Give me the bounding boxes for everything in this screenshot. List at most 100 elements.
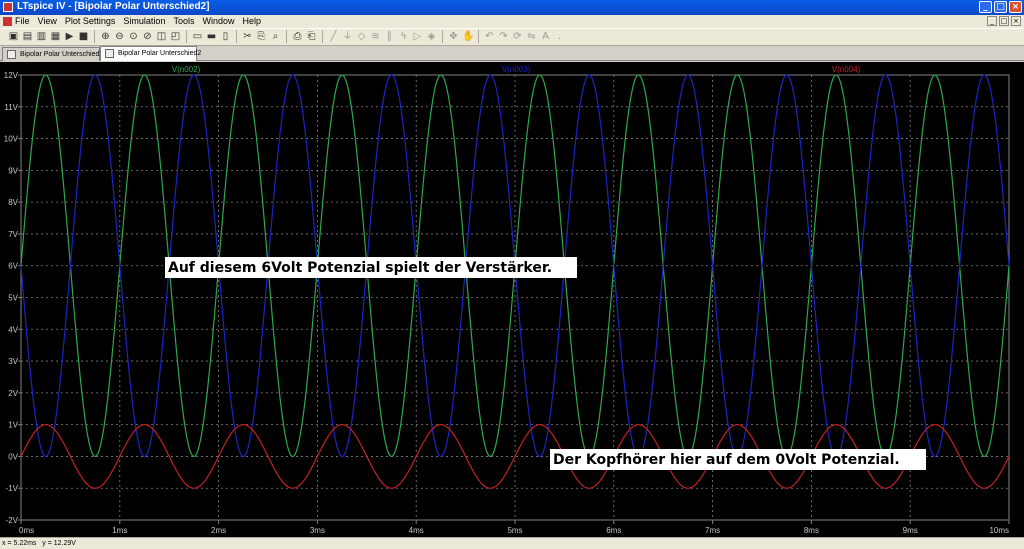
mdi-restore-button[interactable]: □ [999, 16, 1009, 26]
y-tick-label: 1V [8, 421, 18, 430]
ltspice-app-icon [3, 2, 13, 12]
undo-icon[interactable]: ↶ [484, 30, 495, 43]
redo-icon[interactable]: ↷ [498, 30, 509, 43]
document-icon[interactable] [3, 17, 12, 26]
trace-legend-label: V(n002) [172, 65, 201, 74]
zoom-in-icon[interactable]: ⊕ [100, 30, 111, 43]
toolbar-separator [94, 30, 95, 43]
print-icon[interactable]: ⎙ [292, 30, 303, 43]
schematic-icon [7, 50, 16, 59]
close-button[interactable]: × [1009, 1, 1022, 13]
menu-file[interactable]: File [15, 16, 30, 26]
move-icon[interactable]: ✥ [448, 30, 459, 43]
y-tick-label: 4V [8, 325, 18, 334]
resistor-icon[interactable]: ≋ [370, 30, 381, 43]
tab-schematic[interactable]: Bipolar Polar Unterschied2 [2, 47, 104, 61]
menu-help[interactable]: Help [242, 16, 261, 26]
annotation-text: Der Kopfhörer hier auf dem 0Volt Potenzi… [553, 452, 900, 468]
y-tick-label: 2V [8, 389, 18, 398]
label-icon[interactable]: ◇ [356, 30, 367, 43]
autorange-icon[interactable]: ◫ [156, 30, 167, 43]
mdi-minimize-button[interactable]: _ [987, 16, 997, 26]
minimize-button[interactable]: _ [979, 1, 992, 13]
x-tick-label: 1ms [112, 526, 127, 535]
tile-horizontal-icon[interactable]: ▭ [192, 30, 203, 43]
tab-label: Bipolar Polar Unterschied2 [118, 50, 202, 57]
window-title: LTspice IV - [Bipolar Polar Unterschied2… [17, 1, 210, 12]
x-tick-label: 8ms [804, 526, 819, 535]
menu-window[interactable]: Window [202, 16, 234, 26]
y-tick-label: 9V [8, 166, 18, 175]
capacitor-icon[interactable]: ∥ [384, 30, 395, 43]
y-tick-label: 12V [4, 71, 19, 80]
print-setup-icon[interactable]: ⎗ [306, 30, 317, 43]
trace-legend-label: V(n003) [502, 65, 531, 74]
cursor-x: x = 5.22ms [2, 540, 37, 547]
zoom-fit-icon[interactable]: ⊙ [128, 30, 139, 43]
menu-simulation[interactable]: Simulation [123, 16, 165, 26]
document-tabs: Bipolar Polar Unterschied2 Bipolar Polar… [0, 46, 1024, 61]
menu-tools[interactable]: Tools [173, 16, 194, 26]
run-icon[interactable]: ▶ [64, 30, 75, 43]
toolbar-separator [478, 30, 479, 43]
y-tick-label: -2V [6, 516, 19, 525]
diode-icon[interactable]: ▷ [412, 30, 423, 43]
tab-label: Bipolar Polar Unterschied2 [20, 51, 104, 58]
toolbar-separator [442, 30, 443, 43]
y-tick-label: 5V [8, 294, 18, 303]
wire-icon[interactable]: ╱ [328, 30, 339, 43]
find-icon[interactable]: ⌕ [270, 30, 281, 43]
halt-icon[interactable]: ■ [78, 30, 89, 43]
tab-waveform[interactable]: Bipolar Polar Unterschied2 [100, 46, 201, 61]
zoom-out-icon[interactable]: ⊖ [114, 30, 125, 43]
cursor-readout: x = 5.22ms y = 12.29V [2, 538, 76, 549]
x-tick-label: 4ms [409, 526, 424, 535]
toolbar: ▣ ▤ ▥ ▦ ▶ ■ ⊕ ⊖ ⊙ ⊘ ◫ ◰ ▭ ▬ ▯ ✂ ⎘ ⌕ ⎙ ⎗ ╱ ⏚ ◇ ≋ ∥ ϟ ▷ ◈ ✥ ✋ ↶ ↷ ⟳ ⇋ A. [0, 28, 1024, 46]
open-icon[interactable]: ▤ [22, 30, 33, 43]
menu-plot-settings[interactable]: Plot Settings [65, 16, 116, 26]
x-tick-label: 0ms [19, 526, 34, 535]
text-icon[interactable]: A [540, 30, 551, 43]
component-icon[interactable]: ◈ [426, 30, 437, 43]
y-tick-label: 11V [4, 103, 18, 112]
control-panel-icon[interactable]: ▦ [50, 30, 61, 43]
x-tick-label: 10ms [989, 526, 1009, 535]
new-schematic-icon[interactable]: ▣ [8, 30, 19, 43]
cursor-y: y = 12.29V [42, 540, 76, 547]
waveform-icon [105, 49, 114, 58]
y-tick-label: 10V [4, 135, 19, 144]
maximize-button[interactable]: □ [994, 1, 1007, 13]
menu-view[interactable]: View [38, 16, 57, 26]
rotate-icon[interactable]: ⟳ [512, 30, 523, 43]
drag-icon[interactable]: ✋ [462, 30, 474, 43]
spice-directive-icon[interactable]: . [554, 30, 565, 43]
waveform-plot[interactable]: 0ms 1ms 2ms 3ms 4ms 5ms 6ms 7ms 8ms 9ms 10ms -2V -1V… [0, 62, 1024, 537]
x-tick-label: 5ms [507, 526, 522, 535]
x-tick-label: 6ms [606, 526, 621, 535]
mirror-icon[interactable]: ⇋ [526, 30, 537, 43]
mdi-close-button[interactable]: × [1011, 16, 1021, 26]
toolbar-separator [186, 30, 187, 43]
title-bar: LTspice IV - [Bipolar Polar Unterschied2… [0, 0, 1024, 15]
inductor-icon[interactable]: ϟ [398, 30, 409, 43]
y-tick-label: 8V [8, 198, 18, 207]
y-tick-label: -1V [6, 484, 19, 493]
cut-icon[interactable]: ✂ [242, 30, 253, 43]
scale-icon[interactable]: ◰ [170, 30, 181, 43]
x-tick-label: 2ms [211, 526, 226, 535]
tile-vertical-icon[interactable]: ▯ [220, 30, 231, 43]
status-bar: x = 5.22ms y = 12.29V [0, 537, 1024, 549]
x-tick-label: 3ms [310, 526, 325, 535]
annotation-text: Auf diesem 6Volt Potenzial spielt der Ve… [168, 260, 552, 276]
save-icon[interactable]: ▥ [36, 30, 47, 43]
y-tick-label: 6V [8, 262, 18, 271]
y-tick-label: 7V [8, 230, 18, 239]
cascade-icon[interactable]: ▬ [206, 30, 217, 43]
x-tick-label: 7ms [705, 526, 720, 535]
y-tick-label: 3V [8, 357, 18, 366]
menu-bar: File View Plot Settings Simulation Tools… [0, 15, 1024, 28]
copy-icon[interactable]: ⎘ [256, 30, 267, 43]
zoom-cancel-icon[interactable]: ⊘ [142, 30, 153, 43]
ground-icon[interactable]: ⏚ [342, 30, 353, 43]
toolbar-separator [236, 30, 237, 43]
